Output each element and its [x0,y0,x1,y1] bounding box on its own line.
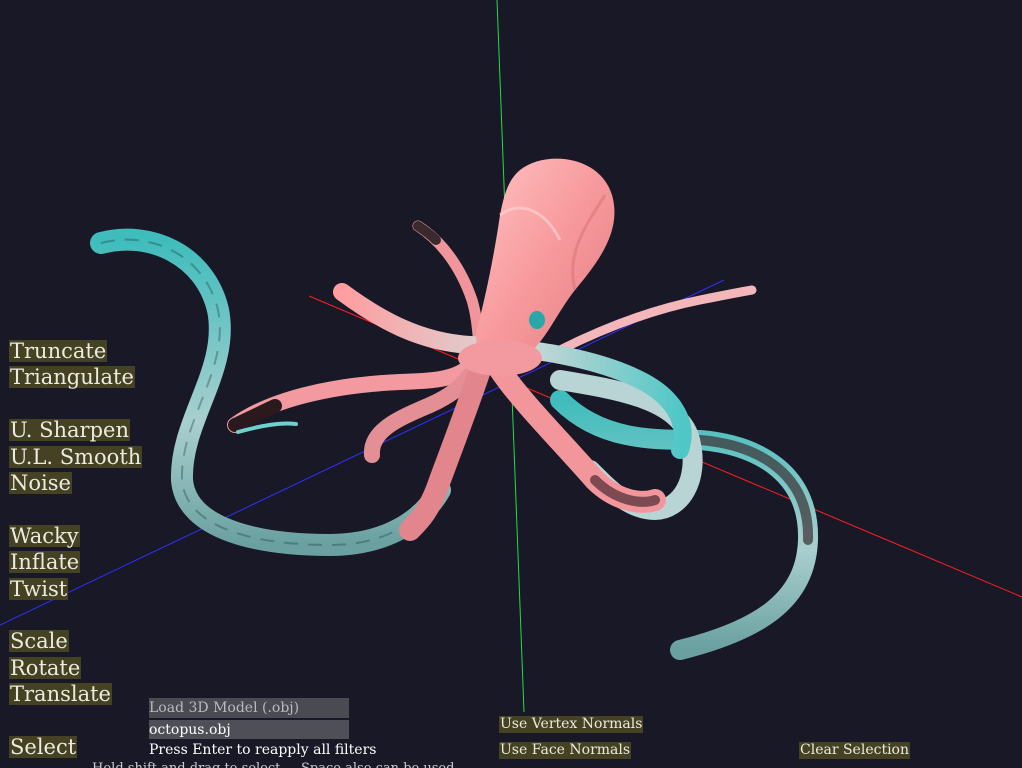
sharpen-button[interactable]: U. Sharpen [9,419,130,441]
scale-button[interactable]: Scale [9,630,69,652]
3d-viewport[interactable] [0,0,1022,768]
load-model-panel: Load 3D Model (.obj) [149,698,349,739]
triangulate-button[interactable]: Triangulate [9,366,135,388]
truncate-button[interactable]: Truncate [9,340,108,362]
octopus-mesh [90,158,819,660]
load-model-button[interactable]: Load 3D Model (.obj) [149,698,349,718]
octopus-eye [529,311,545,329]
bottom-instructions-text: Hold shift and drag to select ... Space … [92,761,471,768]
wacky-button[interactable]: Wacky [9,525,80,547]
translate-button[interactable]: Translate [9,683,112,705]
smooth-button[interactable]: U.L. Smooth [9,446,143,468]
select-button[interactable]: Select [9,736,78,758]
inflate-button[interactable]: Inflate [9,551,81,573]
use-vertex-normals-button[interactable]: Use Vertex Normals [499,716,644,733]
noise-button[interactable]: Noise [9,472,72,494]
rotate-button[interactable]: Rotate [9,657,82,679]
use-face-normals-button[interactable]: Use Face Normals [499,742,632,759]
filename-input[interactable] [149,720,349,739]
twist-button[interactable]: Twist [9,578,69,600]
reapply-hint: Press Enter to reapply all filters [149,742,377,758]
clear-selection-button[interactable]: Clear Selection [799,742,910,759]
